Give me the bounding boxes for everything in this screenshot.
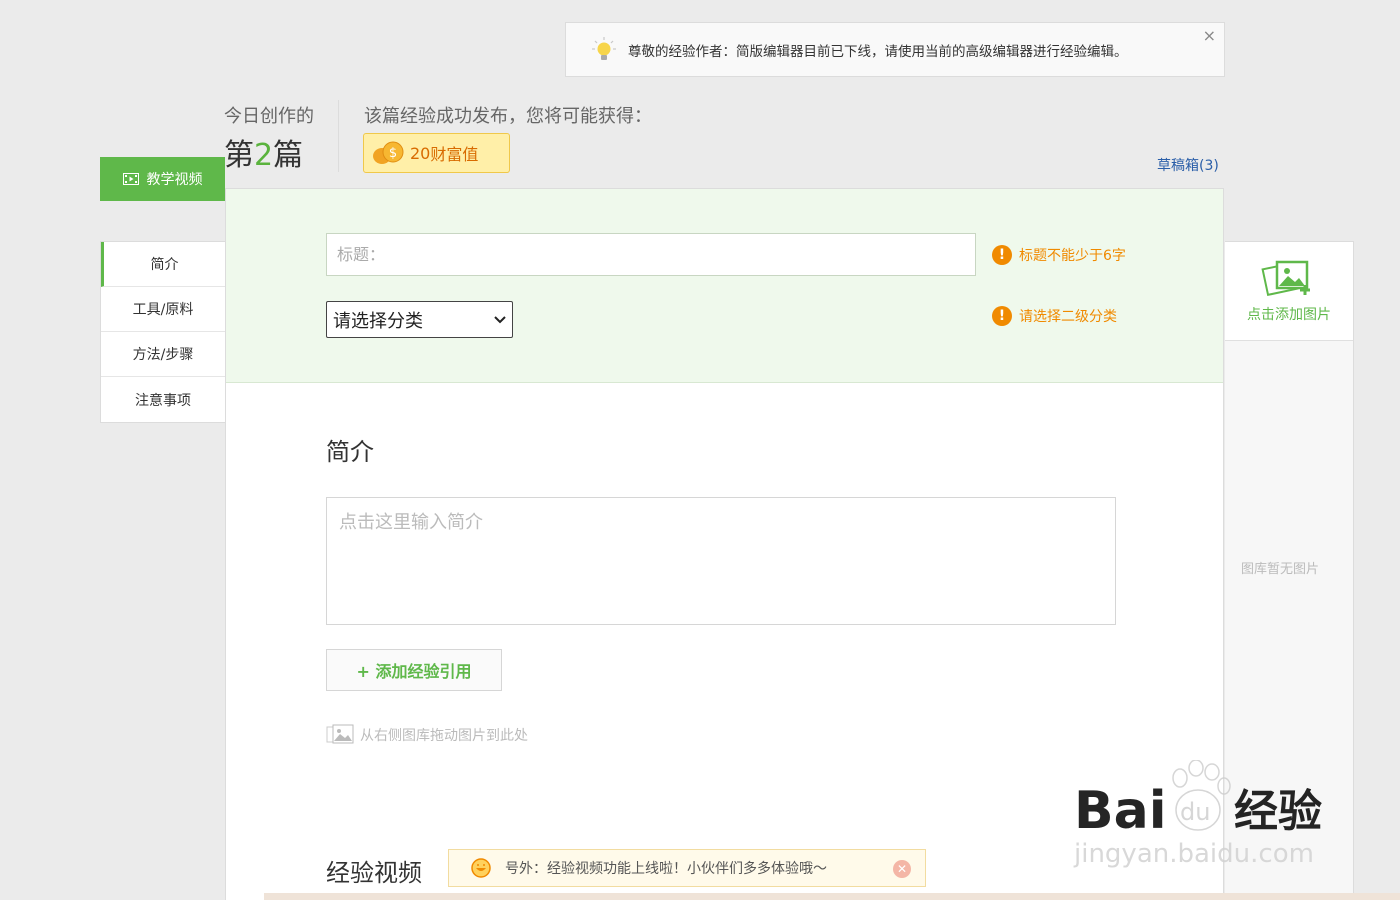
today-label: 今日创作的 bbox=[224, 106, 314, 127]
nav-item-steps[interactable]: 方法/步骤 bbox=[101, 332, 225, 377]
warning-icon: ! bbox=[992, 306, 1012, 326]
title-warning: ! 标题不能少于6字 bbox=[992, 245, 1126, 265]
video-tip-text: 号外：经验视频功能上线啦！小伙伴们多多体验哦～ bbox=[505, 861, 827, 877]
notice-bar: 尊敬的经验作者：简版编辑器目前已下线，请使用当前的高级编辑器进行经验编辑。 × bbox=[565, 22, 1225, 77]
reward-badge: $ 20 财富值 bbox=[363, 133, 510, 173]
intro-heading: 简介 bbox=[326, 438, 374, 466]
film-icon bbox=[122, 173, 139, 185]
svg-text:Bai: Bai bbox=[1074, 781, 1167, 841]
reward-unit: 财富值 bbox=[430, 145, 479, 164]
today-count-number: 2 bbox=[254, 138, 274, 173]
category-warning: ! 请选择二级分类 bbox=[992, 306, 1117, 326]
drafts-label[interactable]: 草稿箱 bbox=[1157, 158, 1199, 174]
drafts-link[interactable]: 草稿箱(3) bbox=[1157, 155, 1219, 175]
smiley-icon bbox=[471, 858, 491, 878]
divider bbox=[338, 100, 339, 172]
today-prefix: 第 bbox=[224, 138, 254, 173]
today-suffix: 篇 bbox=[273, 138, 304, 173]
close-icon[interactable]: ✕ bbox=[893, 860, 911, 878]
close-icon[interactable]: × bbox=[1203, 27, 1216, 45]
image-icon bbox=[326, 724, 354, 744]
teach-video-button[interactable]: 教学视频 bbox=[100, 157, 225, 201]
baidu-jingyan-watermark: Bai du 经验 jingyan.baidu.com bbox=[1073, 760, 1322, 869]
category-selected[interactable]: 请选择分类 bbox=[333, 307, 423, 333]
notice-text: 尊敬的经验作者：简版编辑器目前已下线，请使用当前的高级编辑器进行经验编辑。 bbox=[628, 43, 1128, 60]
lightbulb-icon bbox=[592, 36, 616, 60]
drafts-count[interactable]: (3) bbox=[1199, 158, 1219, 174]
teach-video-label[interactable]: 教学视频 bbox=[147, 169, 203, 189]
nav-item-notes[interactable]: 注意事项 bbox=[101, 377, 225, 422]
chevron-down-icon bbox=[494, 315, 506, 323]
svg-text:du: du bbox=[1180, 798, 1210, 826]
header-form: ! 标题不能少于6字 请选择分类 ! 请选择二级分类 bbox=[226, 189, 1223, 383]
svg-text:经验: 经验 bbox=[1234, 786, 1322, 837]
empty-library-text: 图库暂无图片 bbox=[1241, 562, 1320, 577]
title-warning-text: 标题不能少于6字 bbox=[1019, 248, 1126, 264]
section-nav: 简介 工具/原料 方法/步骤 注意事项 bbox=[100, 241, 225, 423]
title-input[interactable] bbox=[326, 233, 976, 276]
svg-text:jingyan.baidu.com: jingyan.baidu.com bbox=[1073, 839, 1314, 869]
add-image-label[interactable]: 点击添加图片 bbox=[1247, 304, 1331, 324]
nav-item-intro[interactable]: 简介 bbox=[101, 242, 225, 287]
add-image-icon bbox=[1261, 260, 1310, 297]
reward-amount: 20 bbox=[410, 143, 431, 163]
nav-item-tools[interactable]: 工具/原料 bbox=[101, 287, 225, 332]
video-heading: 经验视频 bbox=[326, 859, 422, 887]
bottom-strip bbox=[264, 893, 1400, 900]
add-reference-button[interactable]: + 添加经验引用 bbox=[326, 649, 502, 691]
drag-hint: 从右侧图库拖动图片到此处 bbox=[326, 724, 528, 746]
intro-editor[interactable]: 点击这里输入简介 bbox=[326, 497, 1116, 625]
add-image-button[interactable]: 点击添加图片 bbox=[1225, 242, 1353, 341]
drag-hint-text: 从右侧图库拖动图片到此处 bbox=[360, 728, 528, 744]
reward-label: 该篇经验成功发布，您将可能获得： bbox=[364, 106, 652, 127]
coins-icon: $ bbox=[373, 141, 404, 164]
today-count: 第2篇 bbox=[224, 130, 303, 174]
video-tip-banner: 号外：经验视频功能上线啦！小伙伴们多多体验哦～ ✕ bbox=[448, 849, 926, 887]
category-warning-text: 请选择二级分类 bbox=[1019, 309, 1117, 325]
svg-text:$: $ bbox=[389, 146, 397, 161]
category-select[interactable]: 请选择分类 bbox=[326, 301, 513, 338]
warning-icon: ! bbox=[992, 245, 1012, 265]
